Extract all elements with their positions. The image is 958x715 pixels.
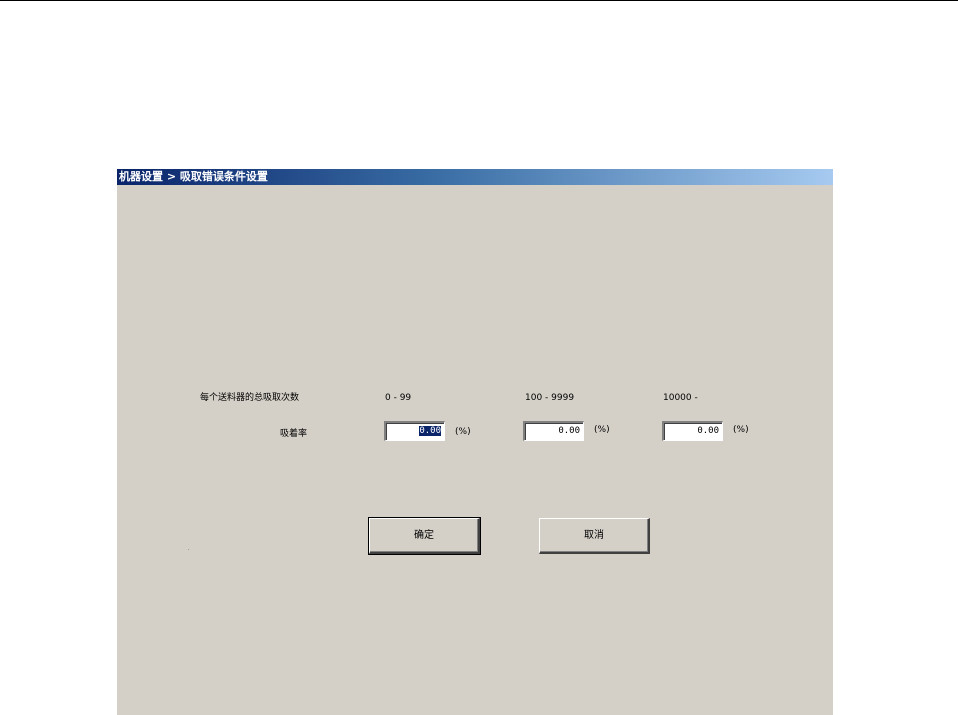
total-pickup-count-label: 每个送料器的总吸取次数 [200,393,300,403]
dialog-title: 机器设置 > 吸取错误条件设置 [117,169,833,185]
suction-rate-input-3[interactable]: 0.00 [662,421,723,441]
suction-rate-input-1[interactable]: 0.00 [384,421,445,441]
top-border-line [0,0,958,1]
suction-rate-value-2: 0.00 [558,426,580,436]
unit-label-2: (%) [594,425,610,435]
suction-rate-value-1: 0.00 [419,426,441,436]
suction-rate-value-3: 0.00 [697,426,719,436]
unit-label-3: (%) [733,425,749,435]
suction-rate-label: 吸着率 [280,429,308,439]
ok-button[interactable]: 确定 [368,517,481,555]
stray-pixel-mark [188,549,189,550]
suction-error-settings-dialog: 机器设置 > 吸取错误条件设置 每个送料器的总吸取次数 0 - 99 100 -… [116,168,833,715]
suction-rate-input-2[interactable]: 0.00 [523,421,584,441]
range-label-3: 10000 - [663,393,698,403]
unit-label-1: (%) [455,427,471,437]
cancel-button[interactable]: 取消 [539,518,650,554]
range-label-1: 0 - 99 [385,393,412,403]
range-label-2: 100 - 9999 [525,393,575,403]
